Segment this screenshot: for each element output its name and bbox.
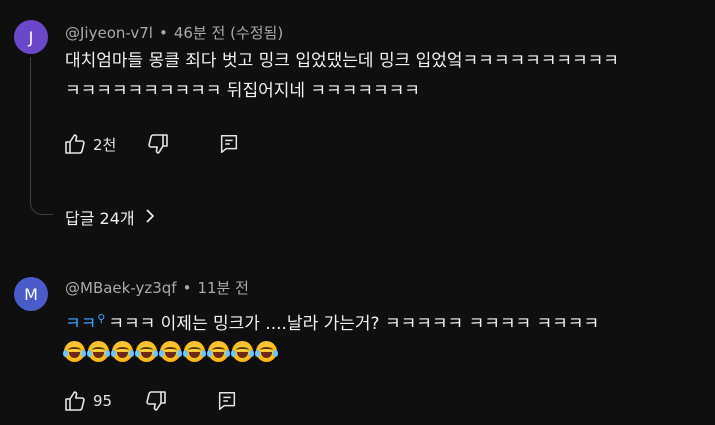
comment-actions: 95: [63, 389, 238, 413]
laughing-tears-emoji: [159, 341, 182, 362]
comment-actions: 2천: [63, 132, 240, 156]
avatar-letter: M: [24, 284, 38, 304]
like-button[interactable]: 2천: [63, 132, 116, 156]
reply-icon: [218, 133, 240, 155]
thumbs-down-icon: [146, 132, 170, 156]
dislike-button[interactable]: [144, 389, 168, 413]
like-button[interactable]: 95: [63, 389, 112, 413]
thumbs-down-icon: [144, 389, 168, 413]
avatar-letter: J: [28, 27, 34, 47]
comment-author[interactable]: @Jiyeon-v7l: [65, 24, 153, 42]
search-icon: ⚲: [97, 312, 106, 325]
meta-separator: •: [158, 24, 168, 42]
laughing-tears-emoji: [207, 341, 230, 362]
replies-count: 답글 24개: [65, 209, 135, 228]
comment-text: ㅋㅋ⚲ ㅋㅋㅋ 이제는 밍크가 ....날라 가는거? ㅋㅋㅋㅋㅋ ㅋㅋㅋㅋ ㅋㅋ…: [65, 304, 599, 339]
comment-text-rest: ㅋㅋㅋ 이제는 밍크가 ....날라 가는거? ㅋㅋㅋㅋㅋ ㅋㅋㅋㅋ ㅋㅋㅋㅋ: [108, 314, 600, 334]
laughing-tears-emoji: [111, 341, 134, 362]
comment-time: 46분 전 (수정됨): [173, 24, 284, 42]
laughing-tears-emoji: [183, 341, 206, 362]
comment-author[interactable]: @MBaek-yz3qf: [65, 279, 177, 297]
laughing-tears-emoji: [231, 341, 254, 362]
reply-button[interactable]: [218, 133, 240, 155]
laughing-tears-emoji: [135, 341, 158, 362]
avatar[interactable]: J: [14, 20, 48, 54]
comment-time: 11분 전: [197, 279, 249, 297]
reply-icon: [216, 390, 238, 412]
reply-button[interactable]: [216, 390, 238, 412]
like-count: 95: [93, 392, 113, 410]
laughing-tears-emoji: [63, 341, 86, 362]
thread-line: [30, 57, 53, 215]
meta-separator: •: [182, 279, 192, 297]
like-count: 2천: [93, 135, 117, 154]
avatar[interactable]: M: [14, 277, 48, 311]
comment-text-line: 대치엄마들 몽클 죄다 벗고 밍크 입었댔는데 밍크 입었엌ㅋㅋㅋㅋㅋㅋㅋㅋㅋㅋ: [65, 51, 619, 71]
chevron-right-icon: [145, 208, 155, 227]
comment-text: 대치엄마들 몽클 죄다 벗고 밍크 입었댔는데 밍크 입었엌ㅋㅋㅋㅋㅋㅋㅋㅋㅋㅋ…: [65, 46, 619, 106]
comment-meta: @Jiyeon-v7l • 46분 전 (수정됨): [65, 22, 283, 43]
emoji-row: [63, 341, 278, 362]
thumbs-up-icon: [63, 389, 87, 413]
highlighted-text[interactable]: ㅋㅋ: [65, 314, 96, 334]
comment-meta: @MBaek-yz3qf • 11분 전: [65, 277, 249, 298]
laughing-tears-emoji: [255, 341, 278, 362]
dislike-button[interactable]: [146, 132, 170, 156]
thumbs-up-icon: [63, 132, 87, 156]
comment-text-line: ㅋㅋㅋㅋㅋㅋㅋㅋㅋㅋ 뒤집어지네 ㅋㅋㅋㅋㅋㅋㅋ: [65, 81, 420, 101]
laughing-tears-emoji: [87, 341, 110, 362]
replies-toggle[interactable]: 답글 24개: [65, 205, 155, 229]
